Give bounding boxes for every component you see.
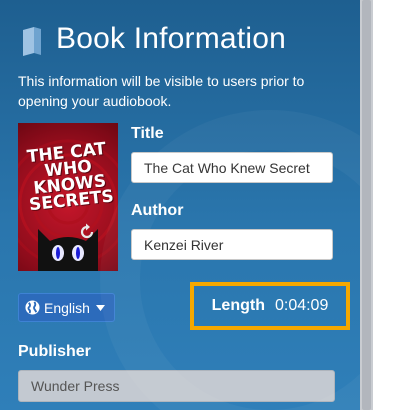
page-title: Book Information	[56, 22, 286, 55]
chevron-down-icon	[95, 304, 105, 311]
publisher-label: Publisher	[18, 343, 91, 360]
book-icon	[23, 27, 41, 56]
scrollbar[interactable]	[360, 0, 373, 410]
book-information-panel: Book Information This information will b…	[0, 0, 360, 410]
scrollbar-thumb[interactable]	[362, 0, 371, 410]
author-input[interactable]	[131, 229, 333, 260]
page-description: This information will be visible to user…	[18, 73, 305, 109]
title-input[interactable]	[131, 152, 333, 183]
title-label: Title	[131, 125, 164, 142]
language-dropdown[interactable]: English	[18, 293, 115, 322]
language-selected: English	[44, 299, 90, 316]
book-cover[interactable]: THE CAT WHO KNOWS SECRETS	[18, 123, 118, 271]
globe-icon	[25, 300, 40, 315]
reload-icon[interactable]	[77, 222, 97, 242]
author-label: Author	[131, 202, 184, 219]
length-label: Length	[211, 297, 265, 314]
length-value: 0:04:09	[274, 297, 329, 314]
length-display: Length 0:04:09	[190, 282, 350, 330]
cover-title-art: THE CAT WHO KNOWS SECRETS	[26, 139, 115, 216]
publisher-input[interactable]	[18, 370, 335, 402]
